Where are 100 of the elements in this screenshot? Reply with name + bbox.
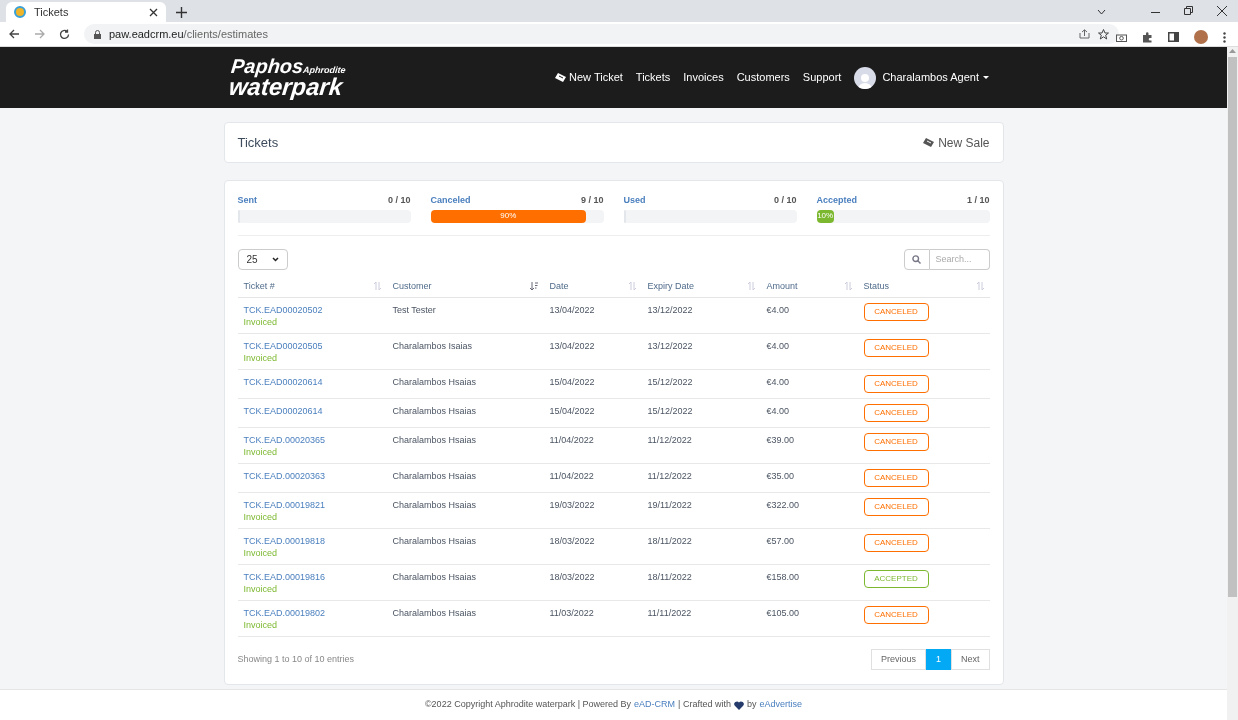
table-cell: 11/12/2022 — [641, 463, 761, 493]
favicon-icon — [14, 6, 26, 18]
invoiced-label: Invoiced — [243, 583, 279, 595]
ticket-link[interactable]: TCK.EAD.00020363 — [243, 470, 381, 482]
scrollbar-thumb[interactable] — [1228, 57, 1237, 597]
pagination-button[interactable]: Previous — [870, 649, 926, 670]
ticket-link[interactable]: TCK.EAD.00019821 — [243, 499, 381, 511]
browser-tab[interactable]: Tickets — [6, 2, 166, 22]
progress-fill: 10% — [816, 209, 834, 223]
star-icon[interactable] — [1098, 28, 1109, 40]
sort-icon — [976, 282, 984, 291]
table-cell: €35.00 — [760, 463, 858, 493]
footer-link[interactable]: eAD-CRM — [634, 698, 676, 712]
new-sale-link[interactable]: New Sale — [923, 133, 990, 152]
column-header[interactable]: Expiry Date — [641, 275, 761, 298]
table-cell: 19/11/2022 — [641, 492, 761, 529]
column-header[interactable]: Status — [857, 275, 990, 298]
caret-icon — [983, 76, 989, 79]
footer-link[interactable]: eAdvertise — [759, 698, 802, 712]
table-cell: 11/04/2022 — [543, 427, 642, 464]
table-cell: 11/11/2022 — [641, 600, 761, 637]
close-icon[interactable] — [1217, 6, 1227, 16]
new-tab-icon[interactable] — [176, 7, 187, 18]
table-cell: 11/03/2022 — [543, 600, 642, 637]
search-field[interactable]: Search... — [929, 248, 990, 270]
lock-icon — [94, 29, 101, 39]
table-cell: €4.00 — [760, 369, 858, 399]
back-icon[interactable] — [9, 29, 20, 39]
table-cell: 11/04/2022 — [543, 463, 642, 493]
nav-link[interactable]: Tickets — [635, 69, 671, 86]
progress-fill: 90% — [430, 209, 587, 223]
puzzle-icon[interactable] — [1142, 31, 1153, 43]
table-cell: Charalambos Hsaias — [386, 564, 544, 601]
close-icon[interactable] — [149, 7, 158, 17]
column-header[interactable]: Date — [543, 275, 642, 298]
url-path: /clients/estimates — [183, 27, 268, 40]
column-header[interactable]: Amount — [760, 275, 858, 298]
table-cell: 15/12/2022 — [641, 398, 761, 428]
footer-text: ©2022 Copyright Aphrodite waterpark | Powered By eAD-CRM | Crafted with by eAdvertise — [425, 698, 802, 712]
table-cell: Charalambos Hsaias — [386, 398, 544, 428]
status-badge: CANCELED — [863, 303, 929, 321]
page-size-value: 25 — [246, 252, 258, 267]
stat-count: 1 / 10 — [966, 194, 990, 207]
tab-list-icon[interactable] — [1097, 9, 1106, 15]
user-avatar[interactable] — [854, 66, 877, 89]
table-cell: Charalambos Isaias — [386, 333, 544, 370]
pagination-button[interactable]: Next — [951, 649, 990, 670]
ticket-link[interactable]: TCK.EAD.00019816 — [243, 571, 381, 583]
table-cell: 15/04/2022 — [543, 369, 642, 399]
stat-count: 0 / 10 — [773, 194, 797, 207]
page-title: Tickets — [237, 133, 279, 152]
nav-link[interactable]: Support — [802, 69, 842, 86]
table-cell: Charalambos Hsaias — [386, 492, 544, 529]
ticket-link[interactable]: TCK.EAD.00020365 — [243, 434, 381, 446]
ticket-link[interactable]: TCK.EAD00020614 — [243, 405, 381, 417]
column-header[interactable]: Customer — [386, 275, 544, 298]
user-menu[interactable]: Charalambos Agent — [882, 69, 989, 86]
search-button[interactable] — [903, 248, 930, 270]
table-cell: Charalambos Hsaias — [386, 600, 544, 637]
table-cell: 15/04/2022 — [543, 398, 642, 428]
ticket-icon — [555, 73, 567, 82]
table-cell: €322.00 — [760, 492, 858, 529]
nav-link[interactable]: Invoices — [683, 69, 724, 86]
new-ticket-link[interactable]: New Ticket — [555, 69, 623, 86]
side-panel-icon[interactable] — [1168, 32, 1179, 42]
table-cell: 15/12/2022 — [641, 369, 761, 399]
table-cell: 13/04/2022 — [543, 297, 642, 334]
ticket-link[interactable]: TCK.EAD00020505 — [243, 340, 381, 352]
tab-title: Tickets — [34, 4, 70, 20]
table-cell: €4.00 — [760, 398, 858, 428]
entries-info: Showing 1 to 10 of 10 entries — [237, 652, 355, 666]
invoiced-label: Invoiced — [243, 352, 279, 364]
more-icon[interactable] — [1223, 31, 1226, 43]
status-badge: CANCELED — [863, 469, 929, 487]
page-size-select[interactable]: 25 — [237, 248, 288, 270]
sort-icon — [373, 282, 381, 291]
reload-icon[interactable] — [59, 28, 70, 40]
ticket-icon — [923, 138, 935, 147]
share-icon[interactable] — [1079, 29, 1090, 39]
invoiced-label: Invoiced — [243, 547, 279, 559]
table-cell: Test Tester — [386, 297, 544, 334]
nav-link[interactable]: Customers — [736, 69, 790, 86]
table-cell: Charalambos Hsaias — [386, 528, 544, 565]
table-cell: Charalambos Hsaias — [386, 369, 544, 399]
table-cell: 18/03/2022 — [543, 564, 642, 601]
column-header[interactable]: Ticket # — [237, 275, 387, 298]
table-cell: €158.00 — [760, 564, 858, 601]
address-bar[interactable]: paw.eadcrm.eu/clients/estimates — [84, 24, 1119, 44]
stat-count: 0 / 10 — [387, 194, 411, 207]
ticket-link[interactable]: TCK.EAD00020502 — [243, 304, 381, 316]
status-badge: CANCELED — [863, 498, 929, 516]
ticket-link[interactable]: TCK.EAD00020614 — [243, 376, 381, 388]
ticket-link[interactable]: TCK.EAD.00019818 — [243, 535, 381, 547]
status-badge: CANCELED — [863, 404, 929, 422]
status-badge: ACCEPTED — [863, 570, 929, 588]
ticket-link[interactable]: TCK.EAD.00019802 — [243, 607, 381, 619]
stat-label: Canceled — [430, 194, 471, 207]
camera-icon[interactable] — [1116, 32, 1127, 42]
table-cell: 19/03/2022 — [543, 492, 642, 529]
restore-icon[interactable] — [1184, 6, 1193, 15]
